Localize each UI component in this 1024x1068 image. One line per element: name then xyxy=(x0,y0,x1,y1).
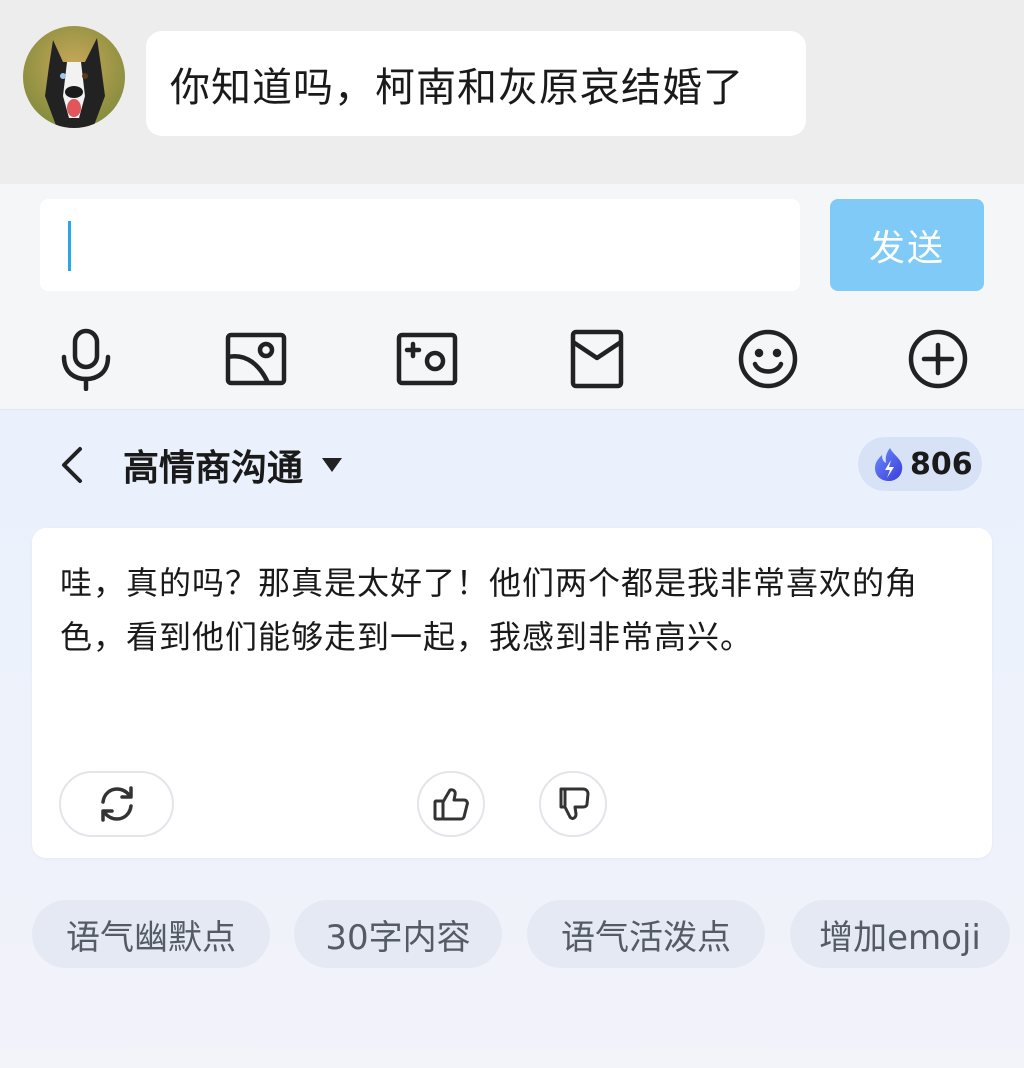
avatar[interactable] xyxy=(23,26,125,128)
like-button[interactable] xyxy=(417,771,485,837)
chevron-left-icon xyxy=(62,447,82,483)
chat-area: 你知道吗，柯南和灰原哀结婚了 xyxy=(0,0,1024,184)
suggestion-chip[interactable]: 30字内容 xyxy=(294,900,502,968)
message-bubble[interactable]: 你知道吗，柯南和灰原哀结婚了 xyxy=(146,31,806,136)
image-icon[interactable] xyxy=(221,324,291,394)
input-bar: 发送 xyxy=(0,184,1024,410)
mode-selector[interactable]: 高情商沟通 xyxy=(123,440,343,490)
send-label: 发送 xyxy=(868,228,945,269)
suggestion-chip[interactable]: 语气幽默点 xyxy=(32,900,270,968)
regenerate-button[interactable] xyxy=(59,771,174,837)
suggestion-chip[interactable]: 语气活泼点 xyxy=(527,900,765,968)
credits-badge[interactable]: 806 xyxy=(858,437,982,491)
suggestion-label: 语气幽默点 xyxy=(66,917,236,958)
suggestion-chip[interactable]: 增加emoji xyxy=(790,900,1010,968)
back-button[interactable] xyxy=(52,440,92,490)
reply-card: 哇，真的吗？那真是太好了！他们两个都是我非常喜欢的角色，看到他们能够走到一起，我… xyxy=(32,528,992,858)
mode-label: 高情商沟通 xyxy=(123,448,304,489)
reply-text[interactable]: 哇，真的吗？那真是太好了！他们两个都是我非常喜欢的角色，看到他们能够走到一起，我… xyxy=(60,556,970,664)
suggestion-label: 30字内容 xyxy=(325,917,471,958)
red-packet-icon[interactable] xyxy=(562,324,632,394)
microphone-icon[interactable] xyxy=(51,324,121,394)
thumbs-up-icon xyxy=(433,788,469,821)
plus-icon[interactable] xyxy=(903,324,973,394)
camera-icon[interactable] xyxy=(392,324,462,394)
thumbs-down-icon xyxy=(559,787,590,820)
send-button[interactable]: 发送 xyxy=(830,199,984,291)
credits-count: 806 xyxy=(910,446,973,482)
flame-icon xyxy=(875,448,903,481)
caret-down-icon xyxy=(322,458,343,472)
message-input[interactable] xyxy=(40,199,800,291)
dislike-button[interactable] xyxy=(539,771,607,837)
text-caret xyxy=(68,221,71,271)
refresh-icon xyxy=(100,786,133,822)
emoji-icon[interactable] xyxy=(733,324,803,394)
suggestion-chips: 语气幽默点 30字内容 语气活泼点 增加emoji xyxy=(0,900,1024,970)
suggestion-label: 语气活泼点 xyxy=(561,917,731,958)
assistant-panel: 高情商沟通 806 哇，真的吗？那真是太好了！他们两个都是我非常喜欢的角色，看到… xyxy=(0,410,1024,1068)
message-text: 你知道吗，柯南和灰原哀结婚了 xyxy=(170,64,744,111)
suggestion-label: 增加emoji xyxy=(819,917,981,958)
